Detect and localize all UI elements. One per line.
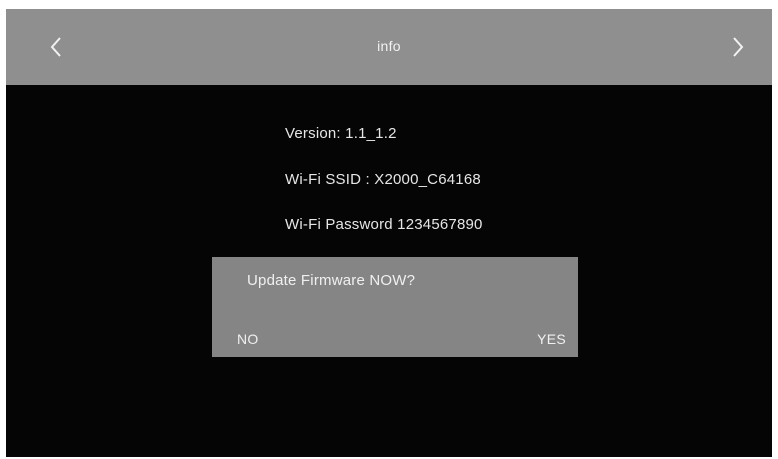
chevron-right-icon bbox=[731, 36, 745, 58]
yes-button[interactable]: YES bbox=[537, 331, 566, 347]
header-bar: info bbox=[6, 9, 772, 85]
update-firmware-dialog: Update Firmware NOW? NO YES bbox=[212, 257, 578, 357]
forward-button[interactable] bbox=[718, 27, 758, 67]
wifi-ssid-text: Wi-Fi SSID : X2000_C64168 bbox=[285, 171, 481, 188]
dialog-message: Update Firmware NOW? bbox=[247, 272, 416, 289]
version-text: Version: 1.1_1.2 bbox=[285, 125, 397, 142]
no-button[interactable]: NO bbox=[237, 331, 259, 347]
wifi-password-text: Wi-Fi Password 1234567890 bbox=[285, 216, 483, 233]
page-title: info bbox=[377, 38, 401, 54]
device-screen: info Version: 1.1_1.2 Wi-Fi SSID : X2000… bbox=[6, 9, 772, 457]
